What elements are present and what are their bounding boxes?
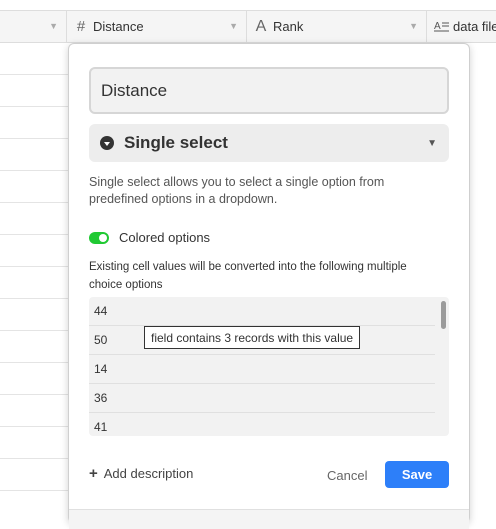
chevron-down-icon: ▼ [427,138,437,149]
row-divider [0,106,70,107]
chevron-down-icon[interactable]: ▼ [229,21,238,31]
column-header-rank[interactable]: A Rank ▼ [247,11,427,42]
chevron-down-icon[interactable]: ▼ [409,21,418,31]
conversion-note: Existing cell values will be converted i… [89,261,407,291]
choice-options-list[interactable]: 44 50 14 36 41 field contains 3 records … [89,297,449,436]
row-divider [0,458,70,459]
column-header-label: Distance [93,19,144,34]
row-divider [0,234,70,235]
plus-icon: + [89,465,98,482]
svg-text:A: A [434,21,441,32]
field-type-select[interactable]: Single select ▼ [89,124,449,162]
list-item[interactable]: 36 [89,384,435,413]
cancel-button[interactable]: Cancel [327,468,367,483]
list-item[interactable]: 41 [89,413,435,436]
record-count-tooltip: field contains 3 records with this value [144,326,361,349]
field-editor-panel: Distance Single select ▼ Single select a… [68,43,470,529]
row-divider [0,170,70,171]
row-divider [0,394,70,395]
column-header-label: Rank [273,19,304,34]
add-description-button[interactable]: + Add description [89,465,193,482]
colored-options-row[interactable]: Colored options [89,230,210,245]
row-divider [0,298,70,299]
row-divider [0,266,70,267]
field-type-label: Single select [124,133,228,152]
panel-footer-strip [69,509,469,529]
row-divider [0,138,70,139]
options-scrollbar[interactable] [441,301,446,329]
chevron-down-icon[interactable]: ▼ [49,21,58,31]
long-text-icon: A [433,20,449,33]
single-select-icon [100,136,114,150]
save-button[interactable]: Save [385,461,449,488]
column-header-primary[interactable]: ▼ [0,11,67,42]
field-name-input[interactable]: Distance [89,67,449,114]
hash-icon: # [76,18,86,35]
row-divider [0,74,70,75]
field-type-description: Single select allows you to select a sin… [89,175,385,206]
add-description-label: Add description [103,466,194,481]
colored-options-toggle[interactable] [89,231,109,244]
column-header-data-file[interactable]: A data file [427,11,496,42]
row-divider [0,426,70,427]
list-item[interactable]: 14 [89,355,435,384]
row-divider [0,330,70,331]
grid-header: ▼ # Distance ▼ A Rank ▼ A data file [0,10,496,43]
row-divider [0,490,70,491]
list-item[interactable]: 44 [89,297,435,326]
row-divider [0,202,70,203]
text-a-icon: A [255,17,267,35]
column-header-distance[interactable]: # Distance ▼ [67,11,247,42]
row-divider [0,362,70,363]
colored-options-label: Colored options [119,230,211,245]
column-header-label: data file [453,19,496,34]
